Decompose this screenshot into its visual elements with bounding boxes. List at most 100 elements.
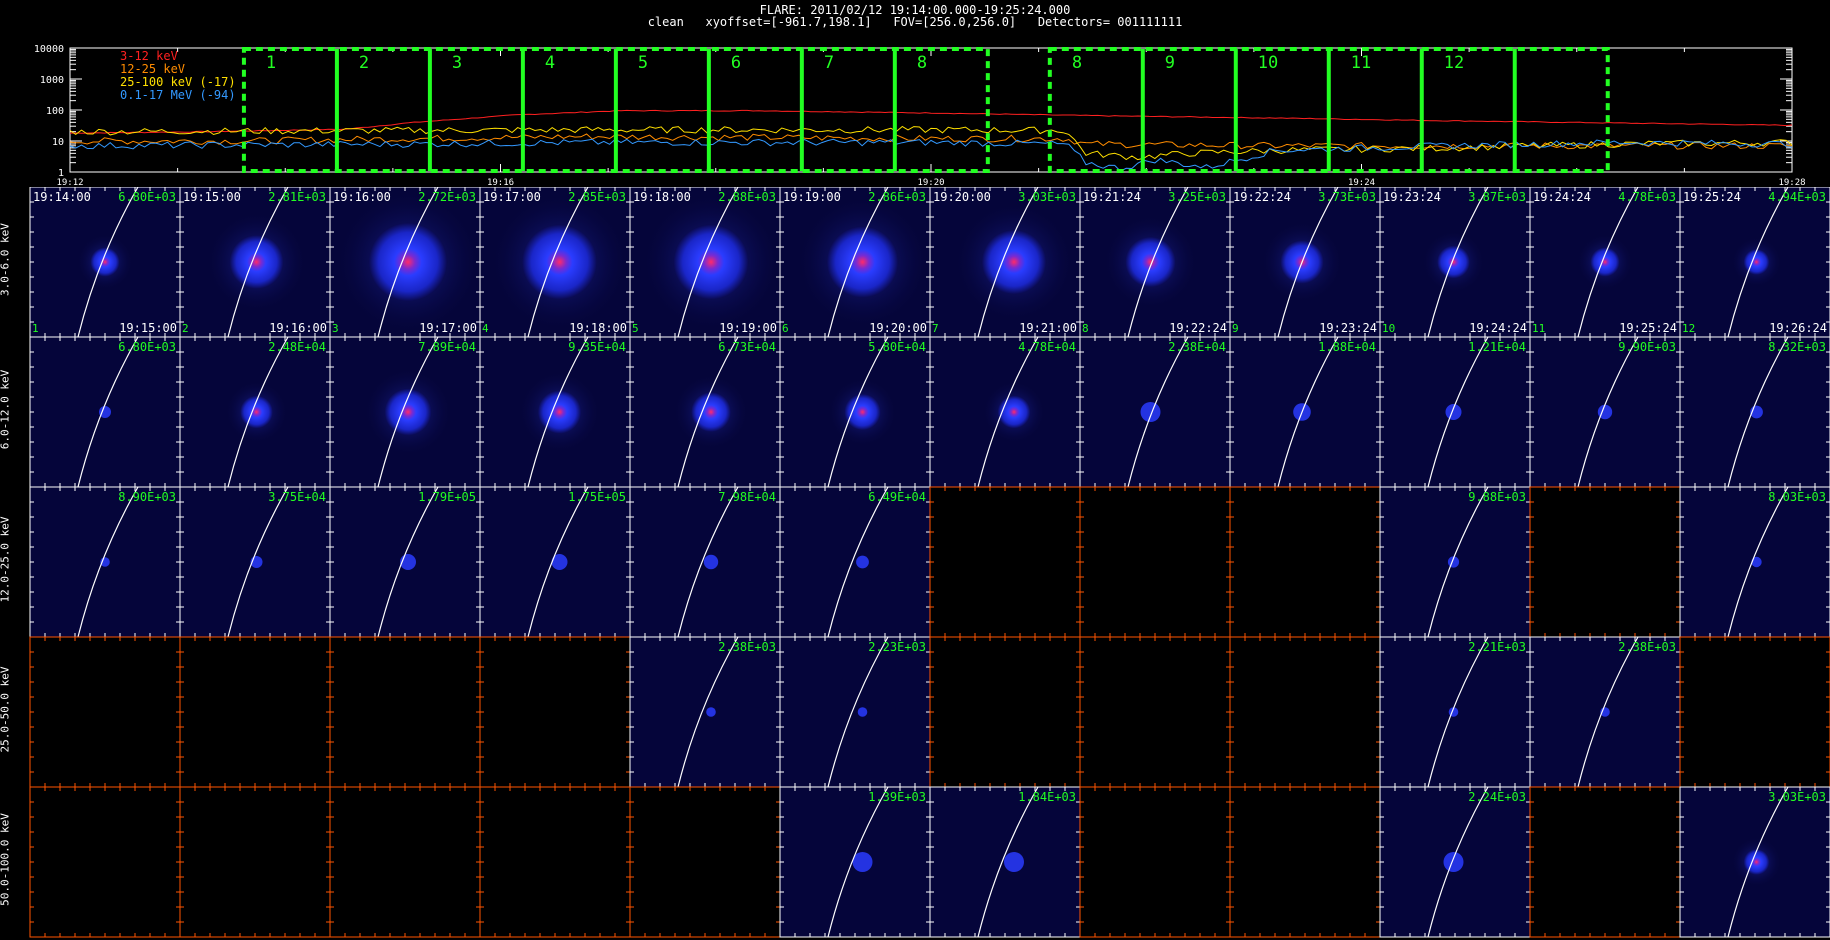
peak-value: 2.48E+04 [268, 340, 326, 354]
image-panel-r5-c5 [629, 786, 781, 938]
interval-label-10: 10 [1258, 53, 1278, 73]
image-panel-r1-c5: 2.88E+03 19:18:00 19:19:00 5 [629, 187, 781, 338]
panel-background [630, 637, 780, 787]
image-panel-r1-c3: 2.72E+03 19:16:00 19:17:00 3 [329, 187, 481, 338]
start-time-label: 19:21:24 [1083, 190, 1141, 204]
peak-value: 2.72E+03 [418, 190, 476, 204]
peak-value: 2.23E+03 [868, 640, 926, 654]
interval-label-5: 5 [638, 53, 648, 73]
peak-value: 2.38E+03 [1618, 640, 1676, 654]
end-time-label: 19:19:00 [719, 321, 777, 335]
image-panel-r5-c10: 2.24E+03 [1379, 786, 1531, 938]
peak-value: 6.80E+03 [118, 340, 176, 354]
panel-frame [929, 486, 1081, 638]
source-blob [384, 388, 432, 436]
image-panel-r5-c1 [29, 786, 181, 938]
peak-value: 5.80E+04 [868, 340, 926, 354]
lightcurve-legend: 3-12 keV 12-25 keV 25-100 keV (-17) 0.1-… [120, 50, 236, 102]
image-panel-r2-c12: 8.32E+03 [1679, 336, 1830, 488]
source-blob [1743, 249, 1770, 275]
legend-entry-0.1-17: 0.1-17 MeV (-94) [120, 88, 236, 102]
row-label-6-12: 6.0-12.0 keV [0, 369, 12, 450]
source-blob [1443, 852, 1464, 872]
panel-frame [1079, 636, 1231, 788]
start-time-label: 19:20:00 [933, 190, 991, 204]
image-panel-r1-c4: 2.85E+03 19:17:00 19:18:00 4 [479, 187, 631, 338]
panel-number: 9 [1232, 322, 1239, 335]
peak-value: 8.90E+03 [118, 490, 176, 504]
image-panel-r3-c11 [1529, 486, 1681, 638]
image-panel-r3-c6: 6.49E+04 [779, 486, 931, 638]
image-panel-r4-c8 [1079, 636, 1231, 788]
peak-value: 7.98E+04 [718, 490, 776, 504]
image-panel-r2-c11: 9.90E+03 [1529, 336, 1681, 488]
lightcurve-svg: 10000100010010119:12 19:16 19:20 19:24 19:28… [34, 44, 1806, 188]
page-subtitle: clean xyoffset=[-961.7,198.1] FOV=[256.0… [647, 15, 1183, 29]
image-panel-r2-c3: 7.89E+04 [329, 336, 481, 488]
panel-number: 5 [632, 322, 639, 335]
end-time-label: 19:22:24 [1169, 321, 1227, 335]
source-blob [537, 390, 582, 434]
end-time-label: 19:21:00 [1019, 321, 1077, 335]
y-tick-label: 100 [46, 106, 64, 117]
peak-value: 1.88E+04 [1318, 340, 1376, 354]
peak-value: 2.21E+03 [1468, 640, 1526, 654]
interval-label-8: 8 [1072, 53, 1082, 73]
panel-number: 4 [482, 322, 489, 335]
interval-label-8: 8 [917, 53, 927, 73]
panel-number: 12 [1682, 322, 1695, 335]
peak-value: 7.89E+04 [418, 340, 476, 354]
lightcurve-frame [69, 47, 1793, 173]
panel-frame [1679, 636, 1830, 788]
image-panel-r4-c12 [1679, 636, 1830, 788]
peak-value: 3.73E+03 [1318, 190, 1376, 204]
interval-label-9: 9 [1165, 53, 1175, 73]
source-blob [1743, 849, 1770, 875]
source-blob [522, 224, 597, 300]
panel-number: 7 [932, 322, 939, 335]
peak-value: 3.75E+04 [268, 490, 326, 504]
source-blob [981, 229, 1047, 295]
peak-value: 1.21E+04 [1468, 340, 1526, 354]
panel-frame [1229, 636, 1381, 788]
image-panel-r3-c3: 1.79E+05 [329, 486, 481, 638]
image-panel-r2-c8: 2.38E+04 [1079, 336, 1231, 488]
end-time-label: 19:24:24 [1469, 321, 1527, 335]
interval-label-6: 6 [731, 53, 741, 73]
peak-value: 9.35E+04 [568, 340, 626, 354]
image-panel-r4-c3 [329, 636, 481, 788]
start-time-label: 19:22:24 [1233, 190, 1291, 204]
panel-number: 2 [182, 322, 189, 335]
panel-number: 3 [332, 322, 339, 335]
image-panel-r1-c11: 4.78E+03 19:24:24 19:25:24 11 [1529, 187, 1681, 338]
peak-value: 8.03E+03 [1768, 490, 1826, 504]
image-panel-r3-c12: 8.03E+03 [1679, 486, 1830, 638]
peak-value: 3.25E+03 [1168, 190, 1226, 204]
start-time-label: 19:18:00 [633, 190, 691, 204]
image-panel-r5-c12: 3.03E+03 [1679, 786, 1830, 938]
row-label-3-6: 3.0-6.0 keV [0, 223, 12, 296]
peak-value: 2.81E+03 [268, 190, 326, 204]
peak-value: 3.87E+03 [1468, 190, 1526, 204]
panel-frame [329, 786, 481, 938]
interval-label-3: 3 [452, 53, 462, 73]
source-blob [706, 707, 716, 717]
peak-value: 4.78E+04 [1018, 340, 1076, 354]
image-panel-r5-c3 [329, 786, 481, 938]
image-panel-r2-c6: 5.80E+04 [779, 336, 931, 488]
series-line-2 [69, 125, 1793, 161]
panel-number: 11 [1532, 322, 1545, 335]
panel-frame [1529, 486, 1681, 638]
peak-value: 6.73E+04 [718, 340, 776, 354]
image-panel-r5-c9 [1229, 786, 1381, 938]
source-blob [1140, 402, 1161, 422]
source-blob [856, 555, 869, 569]
y-tick-label: 1000 [40, 75, 64, 86]
interval-label-7: 7 [824, 53, 834, 73]
end-time-label: 19:20:00 [869, 321, 927, 335]
source-blob [852, 852, 873, 872]
panel-frame [929, 636, 1081, 788]
peak-value: 2.38E+03 [718, 640, 776, 654]
peak-value: 4.78E+03 [1618, 190, 1676, 204]
image-grid: 6.80E+03 19:14:00 19:15:00 1 2.81E+03 19:15:0… [0, 187, 1830, 940]
